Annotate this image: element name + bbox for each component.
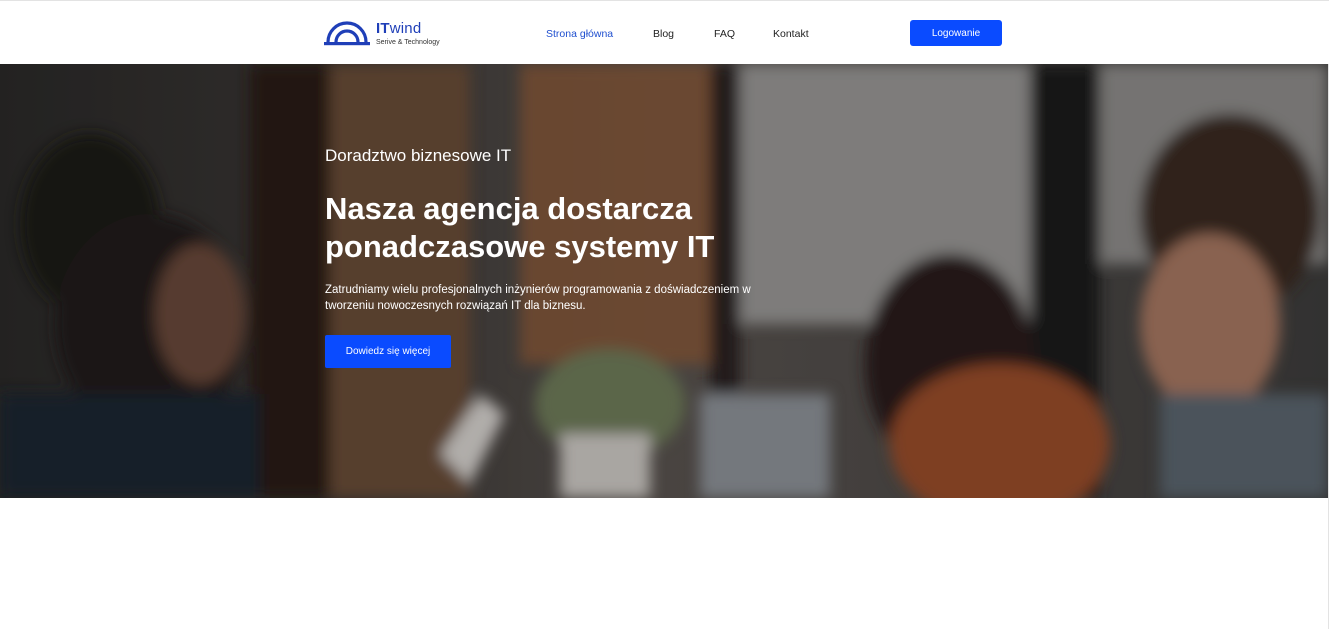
nav-item-home[interactable]: Strona główna [546,28,613,40]
nav-item-faq[interactable]: FAQ [714,28,735,40]
hero-subtitle: Doradztwo biznesowe IT [325,146,512,165]
page: ITwind Serive & Technology Strona główna… [0,0,1329,629]
hero-title: Nasza agencja dostarcza ponadczasowe sys… [325,191,715,264]
learn-more-button[interactable]: Dowiedz się więcej [325,335,451,368]
logo-arch-icon [324,21,370,46]
brand-name: ITwind [376,20,422,37]
hero-section: Doradztwo biznesowe IT Nasza agencja dos… [0,64,1328,498]
brand-logo[interactable]: ITwind Serive & Technology [324,20,464,50]
hero-dark-overlay [0,64,1328,498]
nav-item-blog[interactable]: Blog [653,28,674,40]
site-header: ITwind Serive & Technology Strona główna… [0,1,1329,64]
brand-tagline: Serive & Technology [376,39,440,46]
nav-item-contact[interactable]: Kontakt [773,28,809,40]
hero-description: Zatrudniamy wielu profesjonalnych inżyni… [325,284,751,312]
login-button[interactable]: Logowanie [910,20,1002,46]
